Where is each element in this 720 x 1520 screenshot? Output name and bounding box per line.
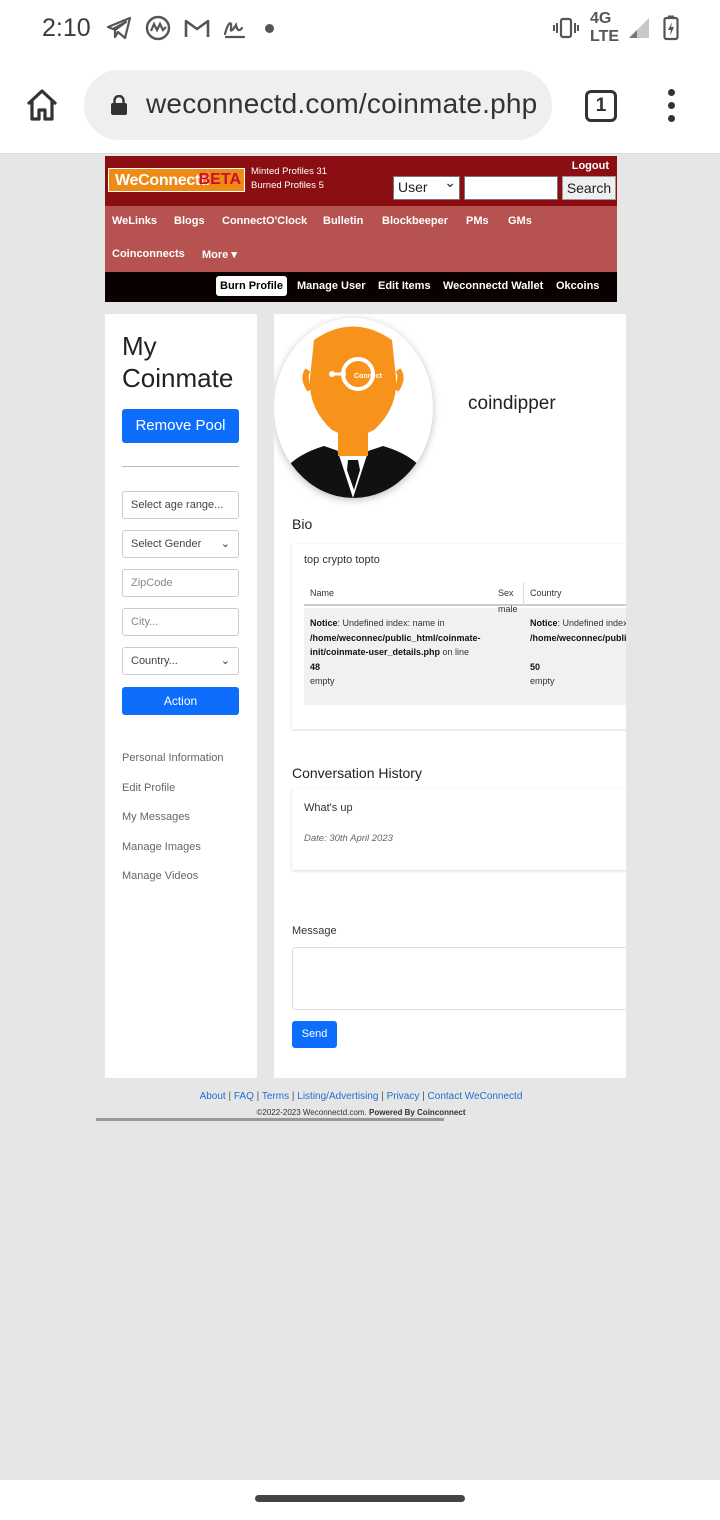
avatar-text: Connect [354, 373, 383, 380]
action-button[interactable]: Action [122, 687, 239, 715]
status-time: 2:10 [42, 14, 91, 42]
bio-table: Name Sex Country Notice: Undefined index… [304, 582, 626, 705]
profile-main: Connect coindipper Bio top crypto topto … [274, 314, 626, 1078]
subnav-wallet[interactable]: Weconnectd Wallet [443, 280, 543, 292]
subnav-edit-items[interactable]: Edit Items [378, 280, 431, 292]
country-select[interactable]: Country... ⌄ [122, 647, 239, 675]
logout-link[interactable]: Logout [572, 160, 609, 172]
search-button[interactable]: Search [562, 176, 616, 200]
link-personal-information[interactable]: Personal Information [122, 752, 224, 764]
home-icon[interactable] [24, 87, 60, 123]
subnav-manage-user[interactable]: Manage User [297, 280, 365, 292]
zipcode-input[interactable]: ZipCode [122, 569, 239, 597]
search-scope-select[interactable]: User [393, 174, 460, 200]
age-range-input[interactable]: Select age range... [122, 491, 239, 519]
signal-icon [626, 16, 652, 40]
col-sex: Sex [498, 588, 514, 598]
system-nav-bar [0, 1480, 720, 1520]
address-bar[interactable]: weconnectd.com/coinmate.php [84, 70, 552, 140]
name-cell: Notice: Undefined index: name in /home/w… [310, 618, 481, 686]
footer-faq[interactable]: FAQ [234, 1091, 254, 1102]
url-text: weconnectd.com/coinmate.php [146, 88, 538, 119]
nav-blockbeeper[interactable]: Blockbeeper [382, 215, 448, 227]
horizontal-scrollbar[interactable] [96, 1118, 444, 1121]
link-edit-profile[interactable]: Edit Profile [122, 782, 175, 794]
nav-gms[interactable]: GMs [508, 215, 532, 227]
divider [122, 466, 239, 467]
message-textarea[interactable] [292, 947, 626, 1010]
profile-username: coindipper [468, 393, 556, 414]
sex-cell: male [498, 604, 518, 614]
remove-pool-button[interactable]: Remove Pool [122, 409, 239, 443]
message-label: Message [292, 925, 337, 937]
bio-heading: Bio [292, 516, 313, 532]
battery-charging-icon [660, 15, 682, 41]
sidebar-title: My Coinmate [122, 331, 234, 393]
footer-terms[interactable]: Terms [262, 1091, 289, 1102]
footer-links: About | FAQ | Terms | Listing/Advertisin… [199, 1091, 523, 1102]
vibrate-icon [552, 16, 580, 40]
nav-pms[interactable]: PMs [466, 215, 489, 227]
conversation-message: What's up [304, 802, 353, 814]
col-name: Name [310, 588, 335, 598]
bio-card: top crypto topto Name Sex Country Notice… [292, 544, 626, 729]
sub-nav: Burn Profile Manage User Edit Items Weco… [105, 272, 617, 302]
table-row: Notice: Undefined index: name in /home/w… [304, 604, 626, 705]
header-top-bar: WeConnectd BETA Minted Profiles 31 Burne… [105, 156, 617, 206]
network-type-icon: 4G LTE [590, 10, 620, 45]
link-manage-videos[interactable]: Manage Videos [122, 870, 198, 882]
table-header: Name Sex Country [304, 582, 626, 606]
send-button[interactable]: Send [292, 1021, 337, 1048]
col-country: Country [530, 588, 562, 598]
nav-connectoclock[interactable]: ConnectO'Clock [222, 215, 307, 227]
burned-profiles: Burned Profiles 5 [251, 180, 324, 191]
gesture-handle[interactable] [255, 1495, 465, 1502]
footer-listing[interactable]: Listing/Advertising [297, 1091, 378, 1102]
footer-about[interactable]: About [200, 1091, 226, 1102]
status-bar: 2:10 4G LTE [0, 0, 720, 56]
conversation-date: Date: 30th April 2023 [304, 833, 393, 844]
notification-dot-icon [265, 24, 274, 33]
coinmarketcap-icon [144, 15, 172, 41]
footer-privacy[interactable]: Privacy [387, 1091, 420, 1102]
search-input[interactable] [464, 176, 558, 200]
signature-icon [222, 16, 248, 40]
chevron-down-icon: ⌄ [220, 538, 230, 550]
link-manage-images[interactable]: Manage Images [122, 841, 201, 853]
more-icon[interactable] [660, 86, 682, 126]
footer-copyright: ©2022-2023 Weconnectd.com. Powered By Co… [256, 1108, 466, 1117]
minted-profiles: Minted Profiles 31 [251, 166, 328, 177]
gmail-icon [184, 16, 210, 40]
nav-blogs[interactable]: Blogs [174, 215, 205, 227]
lock-icon [110, 94, 128, 115]
gender-select[interactable]: Select Gender ⌄ [122, 530, 239, 558]
nav-bulletin[interactable]: Bulletin [323, 215, 363, 227]
city-input[interactable]: City... [122, 608, 239, 636]
footer-contact[interactable]: Contact WeConnectd [428, 1091, 523, 1102]
column-divider [523, 582, 524, 606]
nav-more[interactable]: More ▾ [202, 248, 237, 261]
nav-coinconnects[interactable]: Coinconnects [112, 248, 185, 260]
main-nav: WeLinks Blogs ConnectO'Clock Bulletin Bl… [105, 206, 617, 272]
nav-welinks[interactable]: WeLinks [112, 215, 157, 227]
subnav-burn-profile[interactable]: Burn Profile [216, 276, 287, 296]
link-my-messages[interactable]: My Messages [122, 811, 190, 823]
site-header: WeConnectd BETA Minted Profiles 31 Burne… [105, 156, 617, 302]
country-cell: Notice: Undefined index: country in /hom… [530, 618, 626, 686]
tabs-icon[interactable]: 1 [585, 90, 617, 122]
telegram-icon [106, 16, 132, 40]
avatar[interactable]: Connect [274, 318, 433, 498]
bio-text: top crypto topto [304, 554, 380, 566]
profile-stats: Minted Profiles 31 Burned Profiles 5 [251, 165, 327, 193]
site-logo[interactable]: WeConnectd BETA [108, 168, 245, 192]
chevron-down-icon: ⌄ [220, 655, 230, 667]
conversation-heading: Conversation History [292, 765, 422, 781]
subnav-okcoins[interactable]: Okcoins [556, 280, 599, 292]
sidebar: My Coinmate Remove Pool Select age range… [105, 314, 257, 1078]
conversation-card: What's up Date: 30th April 2023 [292, 788, 626, 870]
browser-toolbar: weconnectd.com/coinmate.php 1 [0, 56, 720, 154]
